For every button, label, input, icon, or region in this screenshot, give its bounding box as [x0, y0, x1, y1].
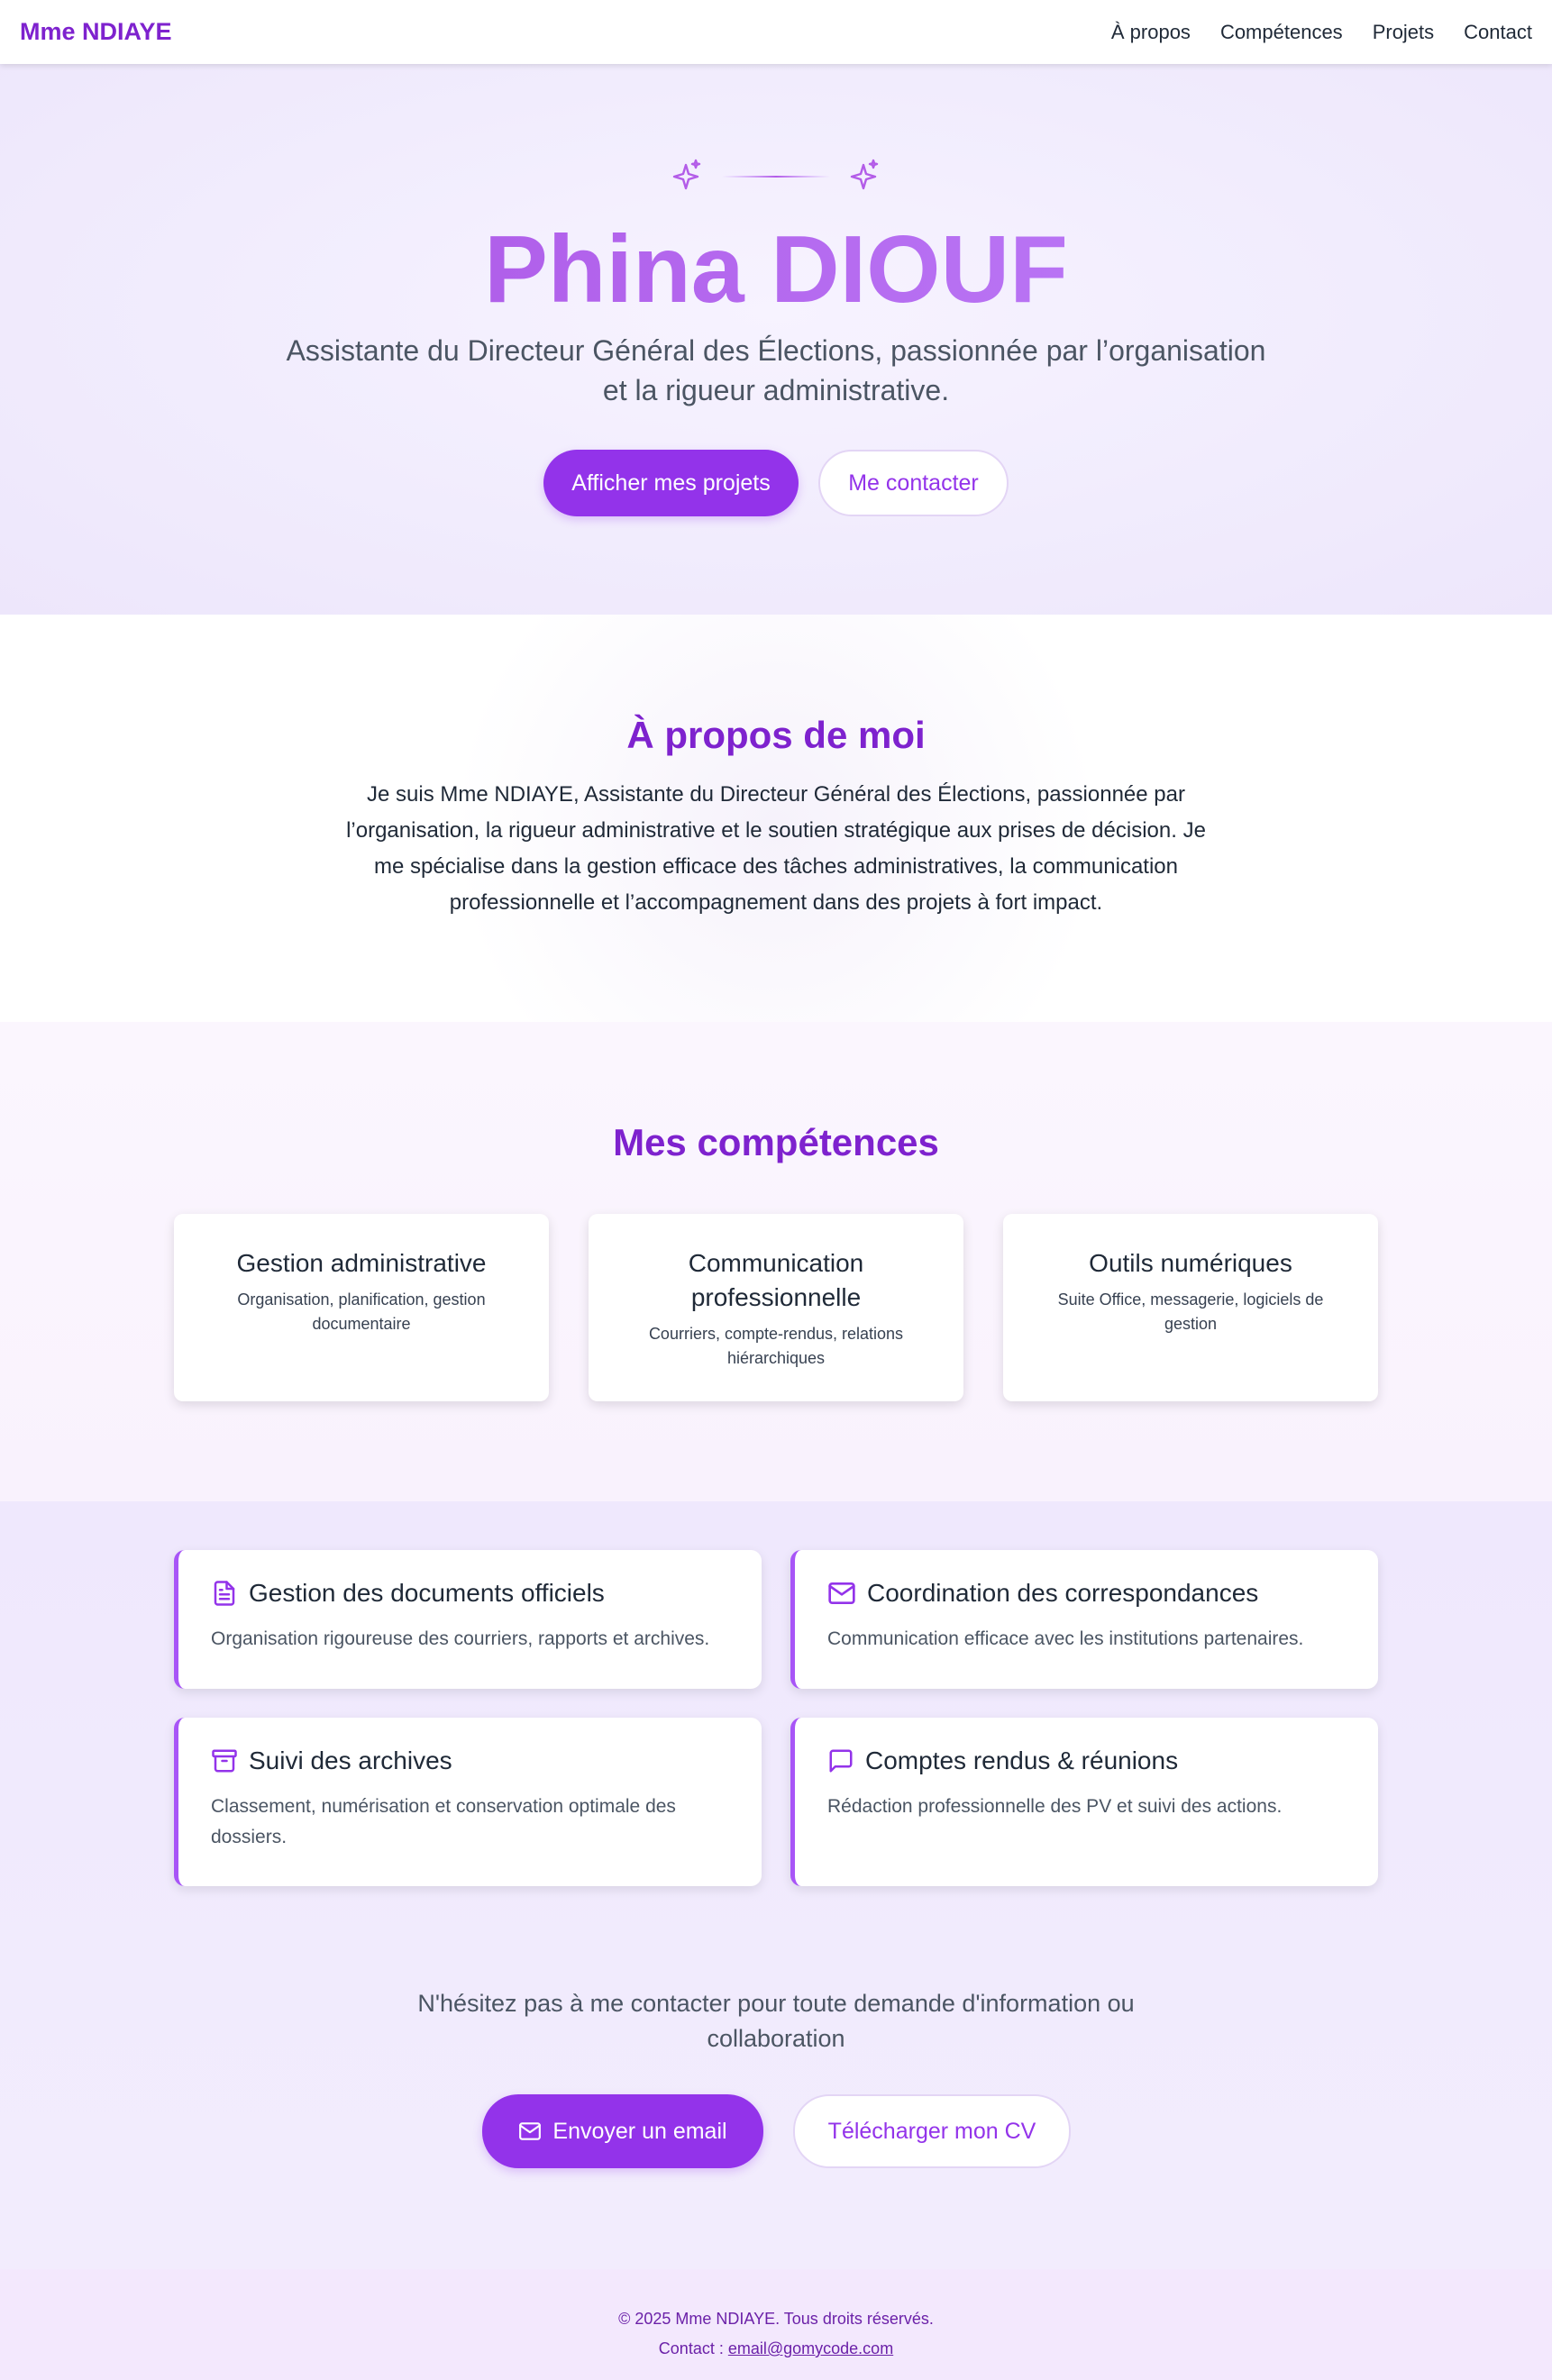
skill-card: Outils numériques Suite Office, messager… [1003, 1214, 1378, 1401]
project-title: Suivi des archives [249, 1746, 452, 1774]
skill-desc: Organisation, planification, gestion doc… [237, 1290, 486, 1333]
brand-logo[interactable]: Mme NDIAYE [20, 18, 172, 46]
message-icon [829, 1749, 853, 1773]
about-title: À propos de moi [626, 714, 926, 756]
skill-title: Outils numériques [1089, 1249, 1292, 1277]
footer-email-link[interactable]: email@gomycode.com [728, 2339, 893, 2357]
nav-link-projects[interactable]: Projets [1373, 21, 1434, 44]
download-cv-button[interactable]: Télécharger mon CV [793, 2094, 1071, 2168]
nav-link-contact[interactable]: Contact [1464, 21, 1532, 44]
about-text: Je suis Mme NDIAYE, Assistante du Direct… [346, 782, 1206, 915]
top-navbar: Mme NDIAYE À propos Compétences Projets … [0, 0, 1552, 64]
project-title: Comptes rendus & réunions [865, 1746, 1179, 1774]
file-text-icon [214, 1581, 235, 1606]
send-email-button[interactable]: Envoyer un email [482, 2094, 763, 2168]
contact-text: N'hésitez pas à me contacter pour toute … [417, 1990, 1135, 2052]
project-desc: Classement, numérisation et conservation… [211, 1796, 676, 1847]
send-email-label: Envoyer un email [552, 2118, 727, 2144]
project-card: Gestion des documents officiels Organisa… [174, 1550, 762, 1689]
show-projects-button[interactable]: Afficher mes projets [543, 450, 799, 516]
project-desc: Rédaction professionnelle des PV et suiv… [827, 1796, 1283, 1817]
nav-links: À propos Compétences Projets Contact [1111, 21, 1532, 44]
nav-link-skills[interactable]: Compétences [1220, 21, 1343, 44]
project-card: Coordination des correspondances Communi… [790, 1550, 1378, 1689]
sparkles-icon [672, 159, 879, 190]
footer: © 2025 Mme NDIAYE. Tous droits réservés.… [0, 2269, 1552, 2380]
hero-section: Phina DIOUF Assistante du Directeur Géné… [0, 64, 1552, 615]
footer-copyright: © 2025 Mme NDIAYE. Tous droits réservés. [618, 2310, 934, 2328]
project-card: Suivi des archives Classement, numérisat… [174, 1718, 762, 1886]
mail-icon [519, 2122, 542, 2140]
skill-desc: Courriers, compte-rendus, relations hiér… [648, 1325, 904, 1367]
skill-card: Gestion administrative Organisation, pla… [174, 1214, 549, 1401]
contact-me-button[interactable]: Me contacter [818, 450, 1009, 516]
about-section: À propos de moi Je suis Mme NDIAYE, Assi… [0, 615, 1552, 1022]
nav-link-about[interactable]: À propos [1111, 21, 1191, 44]
hero-title: Phina DIOUF [0, 222, 1552, 317]
mail-icon [828, 1582, 855, 1604]
hero-subtitle: Assistante du Directeur Général des Élec… [286, 334, 1266, 406]
archive-icon [212, 1749, 237, 1773]
skill-title: Communication professionnelle [688, 1249, 864, 1311]
skills-section: Mes compétences Gestion administrative O… [0, 1022, 1552, 1501]
project-title: Coordination des correspondances [867, 1579, 1259, 1607]
project-card: Comptes rendus & réunions Rédaction prof… [790, 1718, 1378, 1886]
skill-title: Gestion administrative [236, 1249, 487, 1277]
project-title: Gestion des documents officiels [249, 1579, 605, 1607]
skill-desc: Suite Office, messagerie, logiciels de g… [1057, 1290, 1324, 1333]
footer-contact-label: Contact : [658, 2339, 728, 2357]
skills-title: Mes compétences [613, 1121, 939, 1163]
projects-section: Gestion des documents officiels Organisa… [0, 1501, 1552, 2269]
skill-card: Communication professionnelle Courriers,… [589, 1214, 963, 1401]
footer-contact: Contact : email@gomycode.com [0, 2339, 1552, 2358]
project-desc: Communication efficace avec les institut… [827, 1628, 1304, 1649]
project-desc: Organisation rigoureuse des courriers, r… [211, 1628, 710, 1649]
